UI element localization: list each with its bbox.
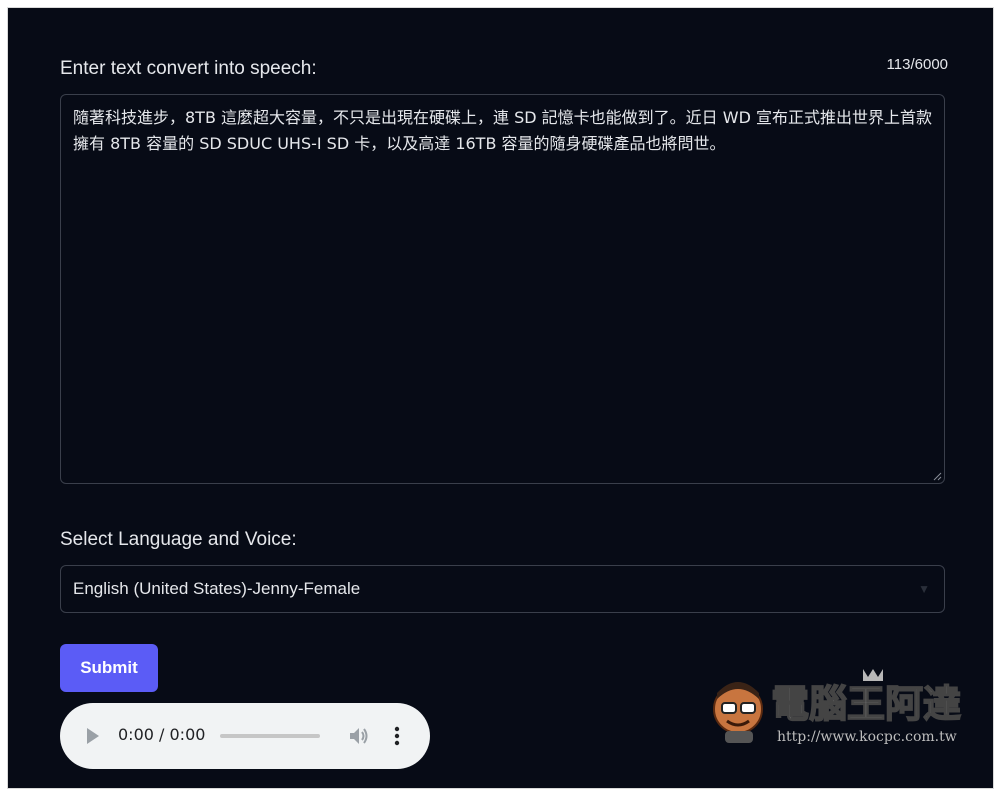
watermark-url: http://www.kocpc.com.tw — [777, 729, 957, 745]
playback-time: 0:00 / 0:00 — [118, 725, 206, 744]
speech-text-area[interactable]: 隨著科技進步，8TB 這麼超大容量，不只是出現在硬碟上，連 SD 記憶卡也能做到… — [60, 94, 945, 484]
watermark-brand: 電腦王阿達 — [771, 682, 961, 726]
submit-button[interactable]: Submit — [60, 644, 158, 692]
volume-icon[interactable] — [348, 725, 370, 747]
resize-handle-icon[interactable] — [932, 471, 942, 481]
chevron-down-icon: ▼ — [918, 582, 930, 596]
watermark-logo: 電腦王阿達 http://www.kocpc.com.tw — [713, 669, 962, 745]
voice-select-label: Select Language and Voice: — [60, 529, 297, 550]
voice-select[interactable]: English (United States)-Jenny-Female ▼ — [60, 565, 945, 613]
play-icon[interactable] — [86, 727, 100, 745]
text-input-label: Enter text convert into speech: — [60, 58, 317, 79]
progress-slider[interactable] — [220, 734, 320, 738]
voice-selected-value: English (United States)-Jenny-Female — [73, 579, 361, 598]
audio-player: 0:00 / 0:00 — [60, 703, 430, 769]
more-options-icon[interactable] — [394, 725, 400, 747]
speech-text-value: 隨著科技進步，8TB 這麼超大容量，不只是出現在硬碟上，連 SD 記憶卡也能做到… — [73, 108, 932, 153]
character-counter: 113/6000 — [886, 56, 948, 73]
